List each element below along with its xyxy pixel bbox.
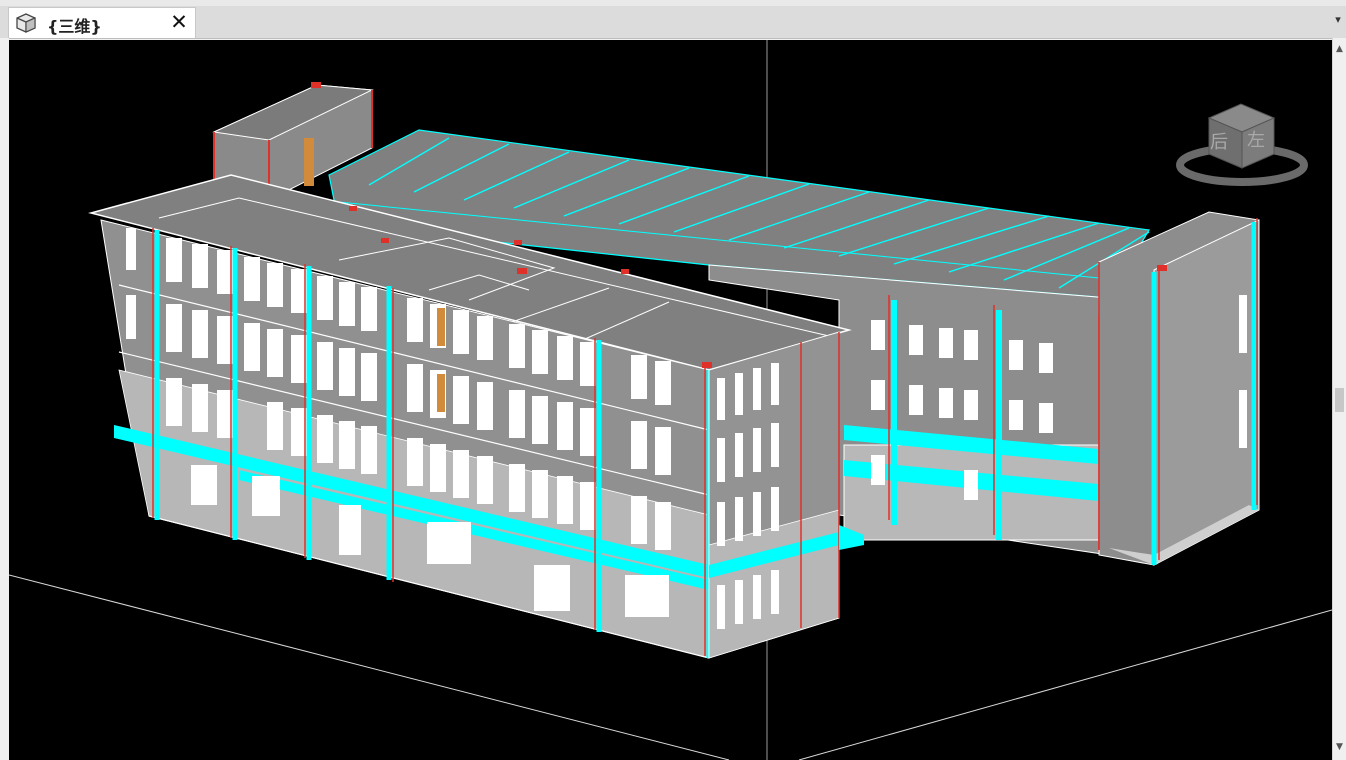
view-tab-bar: {三维} ✕ ▾ bbox=[0, 0, 1346, 39]
viewcube-face-back[interactable]: 后 bbox=[1210, 128, 1228, 154]
tab-bar-top-strip bbox=[0, 0, 1346, 6]
viewport-left-frame bbox=[0, 38, 9, 760]
viewcube-face-left[interactable]: 左 bbox=[1247, 126, 1265, 152]
close-icon[interactable]: ✕ bbox=[168, 11, 190, 33]
tab-3d-view[interactable]: {三维} ✕ bbox=[8, 7, 196, 38]
tab-list-dropdown-icon[interactable]: ▾ bbox=[1332, 12, 1344, 28]
viewcube[interactable] bbox=[1176, 103, 1308, 186]
scroll-up-icon[interactable]: ▲ bbox=[1333, 42, 1346, 56]
3d-viewport[interactable]: 后 左 bbox=[9, 40, 1332, 760]
scrollbar-thumb[interactable] bbox=[1335, 388, 1344, 412]
vertical-scrollbar[interactable]: ▲ ▼ bbox=[1332, 38, 1346, 760]
main-entrance bbox=[339, 505, 361, 555]
3d-scene bbox=[9, 40, 1332, 760]
right-end-block bbox=[1098, 211, 1260, 566]
ground-window bbox=[191, 465, 217, 505]
tower-door bbox=[304, 138, 314, 186]
tab-title: {三维} bbox=[47, 17, 102, 36]
3d-view-icon bbox=[16, 13, 36, 33]
scroll-down-icon[interactable]: ▼ bbox=[1333, 740, 1346, 754]
